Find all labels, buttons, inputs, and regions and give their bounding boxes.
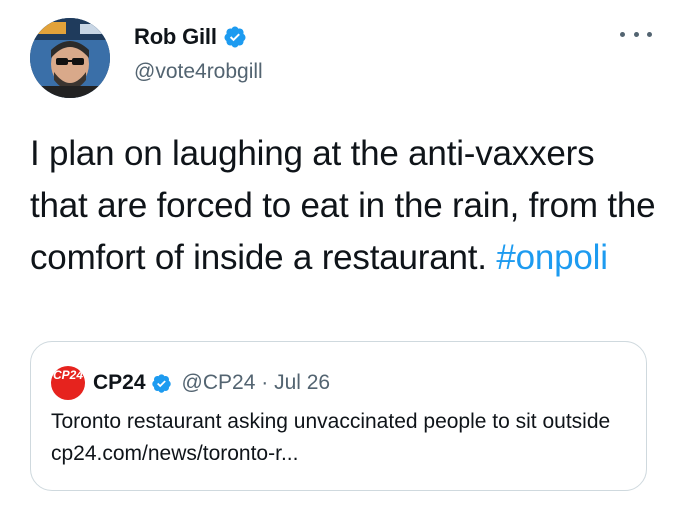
cp24-logo-icon: CP24 (51, 366, 85, 400)
verified-badge-icon (224, 26, 246, 48)
quoted-display-name: CP24 (93, 371, 146, 394)
verified-badge-icon (151, 373, 171, 393)
ellipsis-icon (620, 31, 625, 37)
author-handle[interactable]: @vote4robgill (134, 60, 263, 84)
quoted-meta: @CP24 · Jul 26 (182, 371, 331, 395)
author-display-name[interactable]: Rob Gill (134, 24, 217, 50)
ellipsis-icon (647, 31, 652, 37)
profile-photo-avatar-icon (30, 18, 110, 98)
meta-separator: · (261, 371, 269, 394)
quoted-handle: @CP24 (181, 371, 256, 394)
hashtag-link[interactable]: #onpoli (496, 238, 608, 277)
quoted-date: Jul 26 (274, 371, 331, 394)
ellipsis-icon (633, 31, 639, 37)
avatar[interactable] (30, 18, 110, 98)
quoted-tweet-text: Toronto restaurant asking unvaccinated p… (51, 410, 611, 465)
quoted-tweet-card[interactable]: CP24 CP24 @CP24 · Jul 26 Toronto restaur… (30, 341, 647, 491)
more-options-button[interactable] (620, 24, 652, 44)
tweet-text: I plan on laughing at the anti-vaxxers t… (30, 128, 660, 284)
